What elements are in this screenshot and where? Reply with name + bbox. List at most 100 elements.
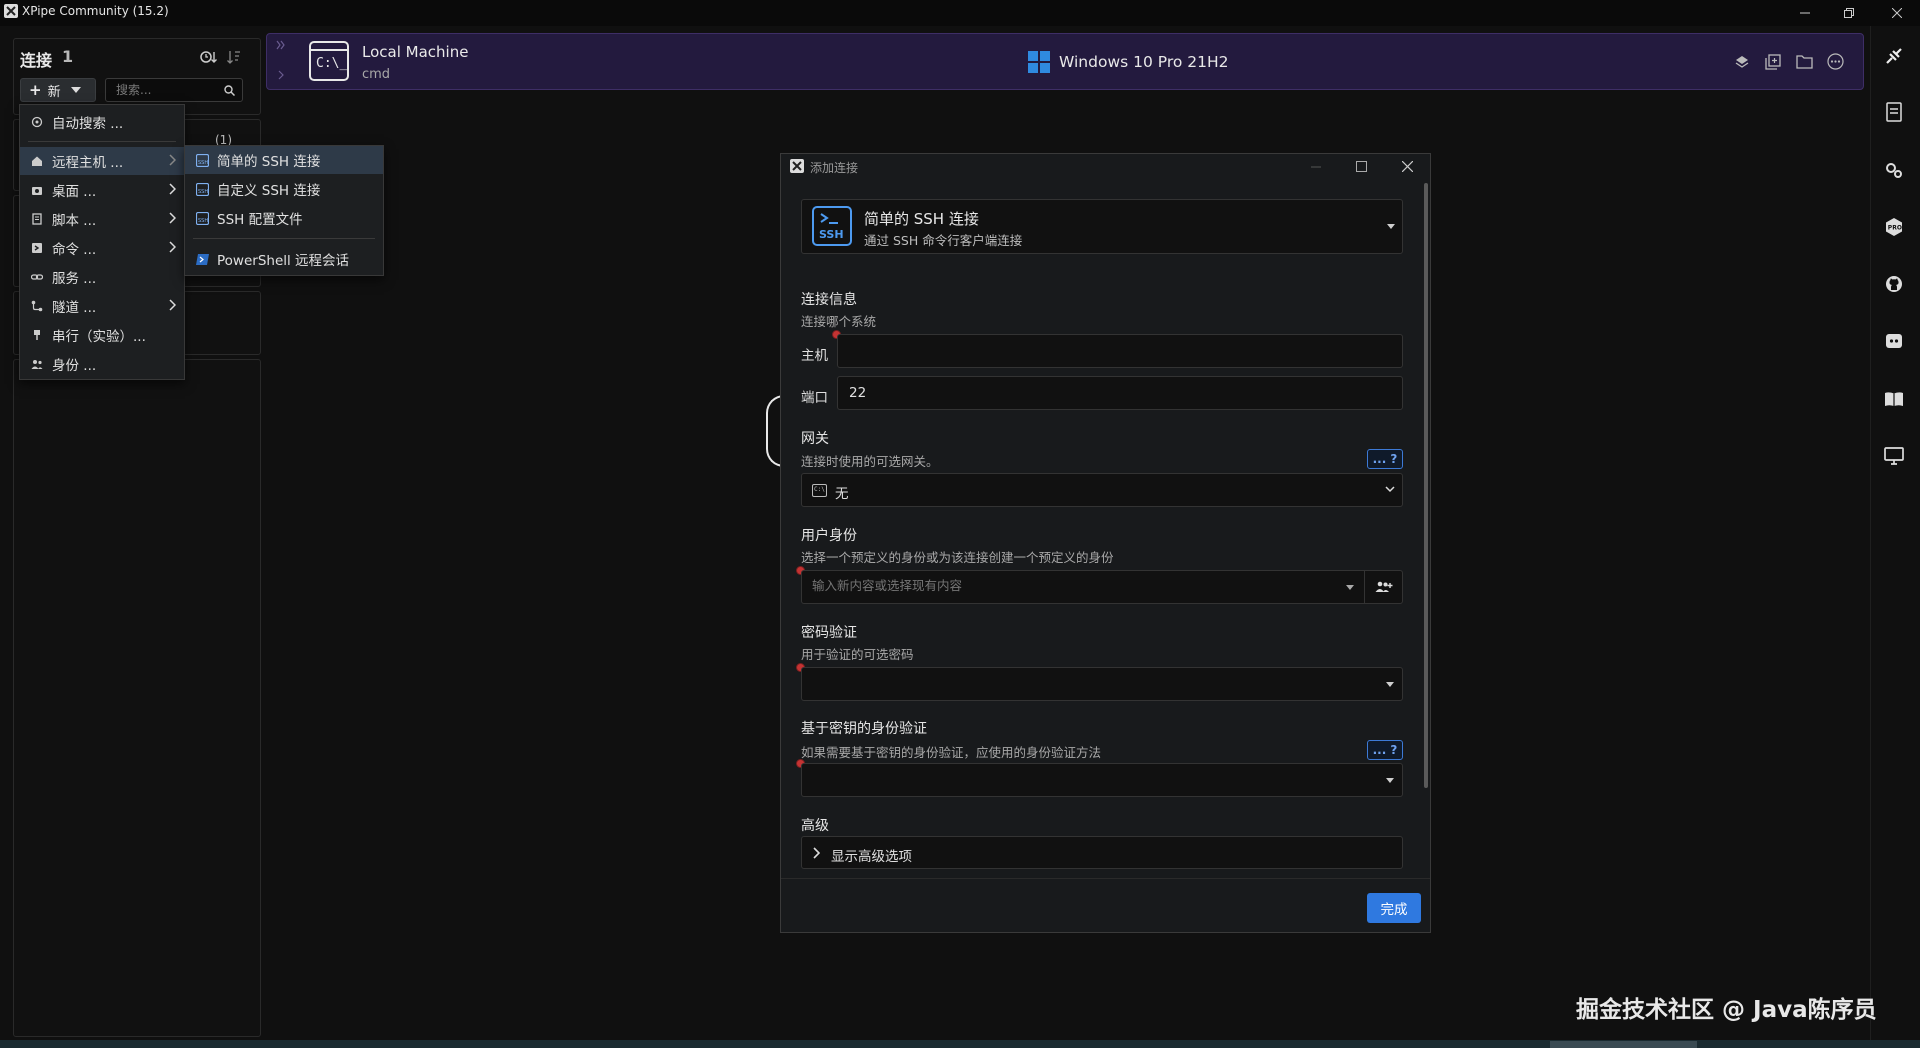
key-auth-desc: 如果需要基于密钥的身份验证，应使用的身份验证方法 [801,745,1102,760]
identity-input[interactable] [812,578,1332,593]
dialog-scrollbar[interactable] [1424,183,1428,788]
camera-icon [30,183,44,197]
close-window-button[interactable] [1874,0,1920,26]
identity-icon [30,357,44,371]
gateway-select[interactable]: C:\ 无 [801,473,1403,507]
menu-item-tunnel[interactable]: 隧道 ... [20,292,184,320]
title-bar [0,0,1920,26]
done-button[interactable]: 完成 [1367,893,1421,923]
submenu-item-ssh-config[interactable]: SSH SSH 配置文件 [185,204,383,232]
advanced-title: 高级 [801,818,829,834]
home-icon [30,154,44,168]
submenu-item-powershell[interactable]: PowerShell 远程会话 [185,245,383,273]
folder-icon[interactable] [1796,54,1813,69]
chevron-right-icon [168,212,176,224]
windows-logo-icon [1028,51,1050,73]
submenu-item-simple-ssh[interactable]: SSH 简单的 SSH 连接 [185,146,383,174]
github-icon[interactable] [1880,270,1908,298]
machine-name: Local Machine [362,43,469,61]
settings-icon[interactable] [1880,156,1908,184]
discord-icon[interactable] [1880,327,1908,355]
connections-nav-icon[interactable] [1880,42,1908,70]
chevron-right-icon [168,299,176,311]
key-auth-title: 基于密钥的身份验证 [801,721,927,737]
layers-icon[interactable] [1734,54,1750,70]
minimize-button[interactable] [1782,0,1828,26]
file-browser-icon[interactable] [1880,98,1908,126]
monitor-icon[interactable] [1880,442,1908,470]
search-input[interactable] [116,83,216,97]
ssh-config-icon: SSH [195,211,209,225]
menu-item-auto-discover[interactable]: 自动搜索 ... [20,108,184,136]
dialog-title: 添加连接 [810,161,859,175]
port-label: 端口 [801,390,828,406]
menu-item-serial[interactable]: 串行（实验）... [20,321,184,349]
serial-icon [30,328,44,342]
port-input[interactable]: 22 [837,376,1403,410]
pro-badge-icon[interactable]: PRO [1880,213,1908,241]
gateway-help-button[interactable]: ... ? [1367,449,1403,469]
app-logo-icon [4,4,18,18]
alpha-sort-icon[interactable] [226,49,242,65]
add-identity-icon[interactable] [1375,580,1393,594]
identity-desc: 选择一个预定义的身份或为该连接创建一个预定义的身份 [801,550,1114,565]
menu-item-remote-host[interactable]: 远程主机 ... [20,147,184,175]
machine-shell: cmd [362,67,391,82]
divider [1364,571,1365,603]
clone-icon[interactable] [1765,54,1781,70]
connection-type-title: 简单的 SSH 连接 [864,210,979,228]
connection-type-selector[interactable]: SSH 简单的 SSH 连接 通过 SSH 命令行客户端连接 [801,199,1403,254]
chevron-down-icon[interactable] [1346,585,1354,590]
search-icon[interactable] [224,85,235,96]
restore-button[interactable] [1826,0,1872,26]
menu-item-desktop[interactable]: 桌面 ... [20,176,184,204]
key-auth-help-button[interactable]: ... ? [1367,740,1403,760]
password-title: 密码验证 [801,625,857,641]
menu-item-script[interactable]: 脚本 ... [20,205,184,233]
horizontal-scrollbar[interactable] [1550,1041,1697,1048]
connection-type-desc: 通过 SSH 命令行客户端连接 [864,233,1023,248]
advanced-toggle[interactable]: 显示高级选项 [801,836,1403,869]
submenu-item-label: 自定义 SSH 连接 [217,183,321,199]
password-select[interactable] [801,667,1403,701]
new-connection-button[interactable]: + 新 [20,78,96,102]
connections-title: 连接 [20,51,53,70]
history-sort-icon[interactable] [200,49,218,65]
command-icon [30,241,44,255]
expand-icon[interactable] [276,40,286,50]
new-button-label: 新 [47,84,61,100]
remote-host-submenu: SSH 简单的 SSH 连接 SSH 自定义 SSH 连接 SSH SSH 配置… [184,145,384,276]
ssh-icon: SSH [812,206,852,246]
chevron-right-icon[interactable] [278,70,284,80]
menu-item-identity[interactable]: 身份 ... [20,350,184,378]
chevron-right-icon [168,183,176,195]
add-connection-dialog [780,153,1431,933]
search-box[interactable] [105,78,243,102]
cmd-terminal-icon: C:\_ [309,41,349,81]
key-auth-select[interactable] [801,763,1403,797]
svg-text:SSH: SSH [198,189,208,195]
menu-item-label: 身份 ... [52,358,97,374]
menu-item-command[interactable]: 命令 ... [20,234,184,262]
chevron-down-icon [1386,778,1394,783]
dialog-minimize-button[interactable] [1311,166,1321,168]
new-menu: 自动搜索 ... 远程主机 ... 桌面 ... 脚本 ... 命令 ... 服… [19,104,185,380]
menu-item-label: 脚本 ... [52,213,97,229]
host-input[interactable] [837,334,1403,368]
docs-book-icon[interactable] [1880,385,1908,413]
connections-count: 1 [62,47,74,66]
connection-info-title: 连接信息 [801,292,857,308]
menu-item-service[interactable]: 服务 ... [20,263,184,291]
more-options-icon[interactable] [1827,53,1844,70]
connection-info-desc: 连接哪个系统 [801,314,877,329]
submenu-item-custom-ssh[interactable]: SSH 自定义 SSH 连接 [185,175,383,203]
os-name: Windows 10 Pro 21H2 [1059,53,1229,71]
chevron-right-icon [168,241,176,253]
identity-combobox[interactable] [801,570,1403,604]
menu-item-label: 远程主机 ... [52,155,124,171]
dialog-maximize-button[interactable] [1356,161,1367,172]
gateway-desc: 连接时使用的可选网关。 [801,454,939,469]
dialog-close-button[interactable] [1402,161,1413,172]
script-icon [30,212,44,226]
svg-text:SSH: SSH [198,160,208,166]
